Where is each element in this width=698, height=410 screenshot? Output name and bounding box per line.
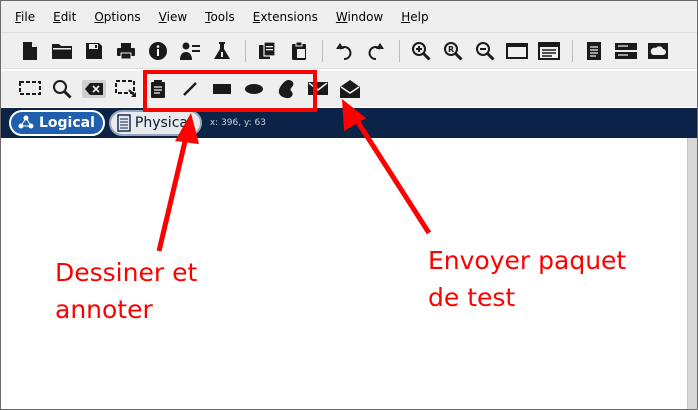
drawing-toolbar	[1, 71, 697, 107]
undo-icon[interactable]	[329, 37, 359, 65]
toolbar-separator	[245, 39, 246, 62]
main-toolbar: R	[1, 33, 697, 69]
copy-icon[interactable]	[252, 37, 282, 65]
paste-icon[interactable]	[284, 37, 314, 65]
annotation-send-line2: de test	[428, 283, 516, 312]
inspect-icon[interactable]	[47, 75, 77, 103]
physical-rack-icon	[117, 114, 131, 132]
info-icon[interactable]	[143, 37, 173, 65]
save-icon[interactable]	[79, 37, 109, 65]
toolbar-separator	[399, 39, 400, 62]
menu-extensions[interactable]: Extensions	[251, 8, 320, 26]
cursor-coordinates: x: 396, y: 63	[209, 118, 266, 128]
window-icon[interactable]	[502, 37, 532, 65]
tab-logical[interactable]: Logical	[9, 110, 105, 136]
redo-icon[interactable]	[361, 37, 391, 65]
annotation-draw-line1: Dessiner et	[55, 258, 198, 287]
annotation-send: Envoyer paquet de test	[428, 242, 678, 316]
zoom-out-icon[interactable]	[470, 37, 500, 65]
menu-file[interactable]: File	[13, 8, 37, 26]
vertical-scrollbar[interactable]	[687, 138, 697, 409]
palette-icon[interactable]	[534, 37, 564, 65]
annotation-send-line1: Envoyer paquet	[428, 246, 627, 275]
tab-logical-label: Logical	[39, 115, 95, 131]
menu-options[interactable]: Options	[92, 8, 142, 26]
zoom-reset-icon[interactable]: R	[438, 37, 468, 65]
app-window: File Edit Options View Tools Extensions …	[0, 0, 698, 410]
cloud-icon[interactable]	[643, 37, 673, 65]
print-icon[interactable]	[111, 37, 141, 65]
activity-wizard-icon[interactable]	[175, 37, 205, 65]
select-icon[interactable]	[15, 75, 45, 103]
lab-flask-icon[interactable]	[207, 37, 237, 65]
tab-physical[interactable]: Physical	[108, 110, 202, 136]
new-file-icon[interactable]	[15, 37, 45, 65]
complex-pdu-icon[interactable]	[335, 75, 365, 103]
menu-tools[interactable]: Tools	[203, 8, 237, 26]
svg-text:R: R	[448, 45, 454, 54]
open-folder-icon[interactable]	[47, 37, 77, 65]
menu-bar: File Edit Options View Tools Extensions …	[1, 1, 697, 33]
workspace-tabbar: Logical Physical x: 396, y: 63	[1, 108, 697, 138]
toolbar-separator	[572, 39, 573, 62]
logical-network-icon	[18, 115, 34, 129]
toolbar-separator	[322, 39, 323, 62]
menu-view[interactable]: View	[157, 8, 189, 26]
annotation-draw: Dessiner et annoter	[55, 254, 275, 328]
menu-help[interactable]: Help	[399, 8, 430, 26]
tab-physical-label: Physical	[134, 115, 192, 131]
delete-icon[interactable]	[79, 75, 109, 103]
menu-edit[interactable]: Edit	[51, 8, 78, 26]
device-icon[interactable]	[611, 37, 641, 65]
notes-icon[interactable]	[579, 37, 609, 65]
menu-window[interactable]: Window	[334, 8, 385, 26]
zoom-in-icon[interactable]	[406, 37, 436, 65]
annotation-draw-line2: annoter	[55, 295, 153, 324]
drawing-tools-highlight	[143, 70, 317, 112]
resize-icon[interactable]	[111, 75, 141, 103]
